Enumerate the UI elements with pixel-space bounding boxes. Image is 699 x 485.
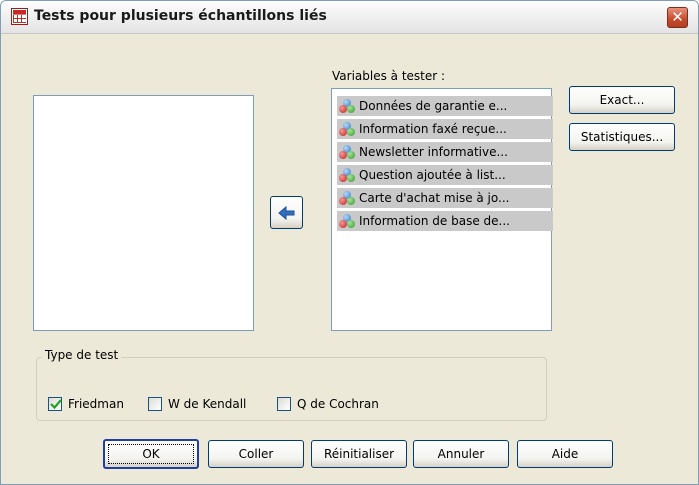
test-type-group-label: Type de test xyxy=(42,348,122,362)
paste-button[interactable]: Coller xyxy=(208,440,304,468)
focus-ring xyxy=(108,444,194,464)
list-item[interactable]: Données de garantie e... xyxy=(337,96,553,116)
cochran-q-label: Q de Cochran xyxy=(297,397,379,411)
statistics-button[interactable]: Statistiques... xyxy=(569,123,675,151)
variable-label: Question ajoutée à list... xyxy=(359,168,506,182)
variables-to-test-label: Variables à tester : xyxy=(332,69,446,83)
test-variable-list[interactable]: Données de garantie e... Information fax… xyxy=(331,88,553,331)
arrow-left-icon xyxy=(278,205,295,221)
list-item[interactable]: Information faxé reçue... xyxy=(337,119,553,139)
cancel-button[interactable]: Annuler xyxy=(413,440,509,468)
close-button[interactable]: ✕ xyxy=(667,7,688,28)
variable-label: Newsletter informative... xyxy=(359,145,508,159)
nominal-variable-icon xyxy=(339,214,355,229)
help-button[interactable]: Aide xyxy=(517,440,613,468)
dialog-title: Tests pour plusieurs échantillons liés xyxy=(34,8,327,24)
kendall-w-checkbox[interactable] xyxy=(148,397,162,411)
reset-button[interactable]: Réinitialiser xyxy=(311,440,407,468)
list-item[interactable]: Newsletter informative... xyxy=(337,142,553,162)
nominal-variable-icon xyxy=(339,99,355,114)
source-variable-list[interactable] xyxy=(33,95,254,331)
variable-label: Données de garantie e... xyxy=(359,99,508,113)
friedman-checkbox[interactable] xyxy=(48,397,62,411)
kendall-w-label: W de Kendall xyxy=(168,397,247,411)
test-type-group xyxy=(36,357,547,421)
ok-button[interactable]: OK xyxy=(103,439,199,469)
exact-button[interactable]: Exact... xyxy=(569,86,675,114)
friedman-label: Friedman xyxy=(68,397,124,411)
nominal-variable-icon xyxy=(339,191,355,206)
nominal-variable-icon xyxy=(339,145,355,160)
title-bar[interactable]: Tests pour plusieurs échantillons liés ✕ xyxy=(1,1,698,34)
variable-label: Information faxé reçue... xyxy=(359,122,507,136)
checkmark-icon xyxy=(50,399,62,410)
move-variable-button[interactable] xyxy=(270,196,303,229)
list-item[interactable]: Carte d'achat mise à jo... xyxy=(337,188,553,208)
variable-label: Carte d'achat mise à jo... xyxy=(359,191,510,205)
nominal-variable-icon xyxy=(339,168,355,183)
cochran-q-checkbox[interactable] xyxy=(277,397,291,411)
nominal-variable-icon xyxy=(339,122,355,137)
list-item[interactable]: Question ajoutée à list... xyxy=(337,165,553,185)
variable-label: Information de base de... xyxy=(359,214,510,228)
list-item[interactable]: Information de base de... xyxy=(337,211,553,231)
spss-grid-icon xyxy=(11,8,28,25)
dialog-window: Tests pour plusieurs échantillons liés ✕… xyxy=(0,0,699,485)
